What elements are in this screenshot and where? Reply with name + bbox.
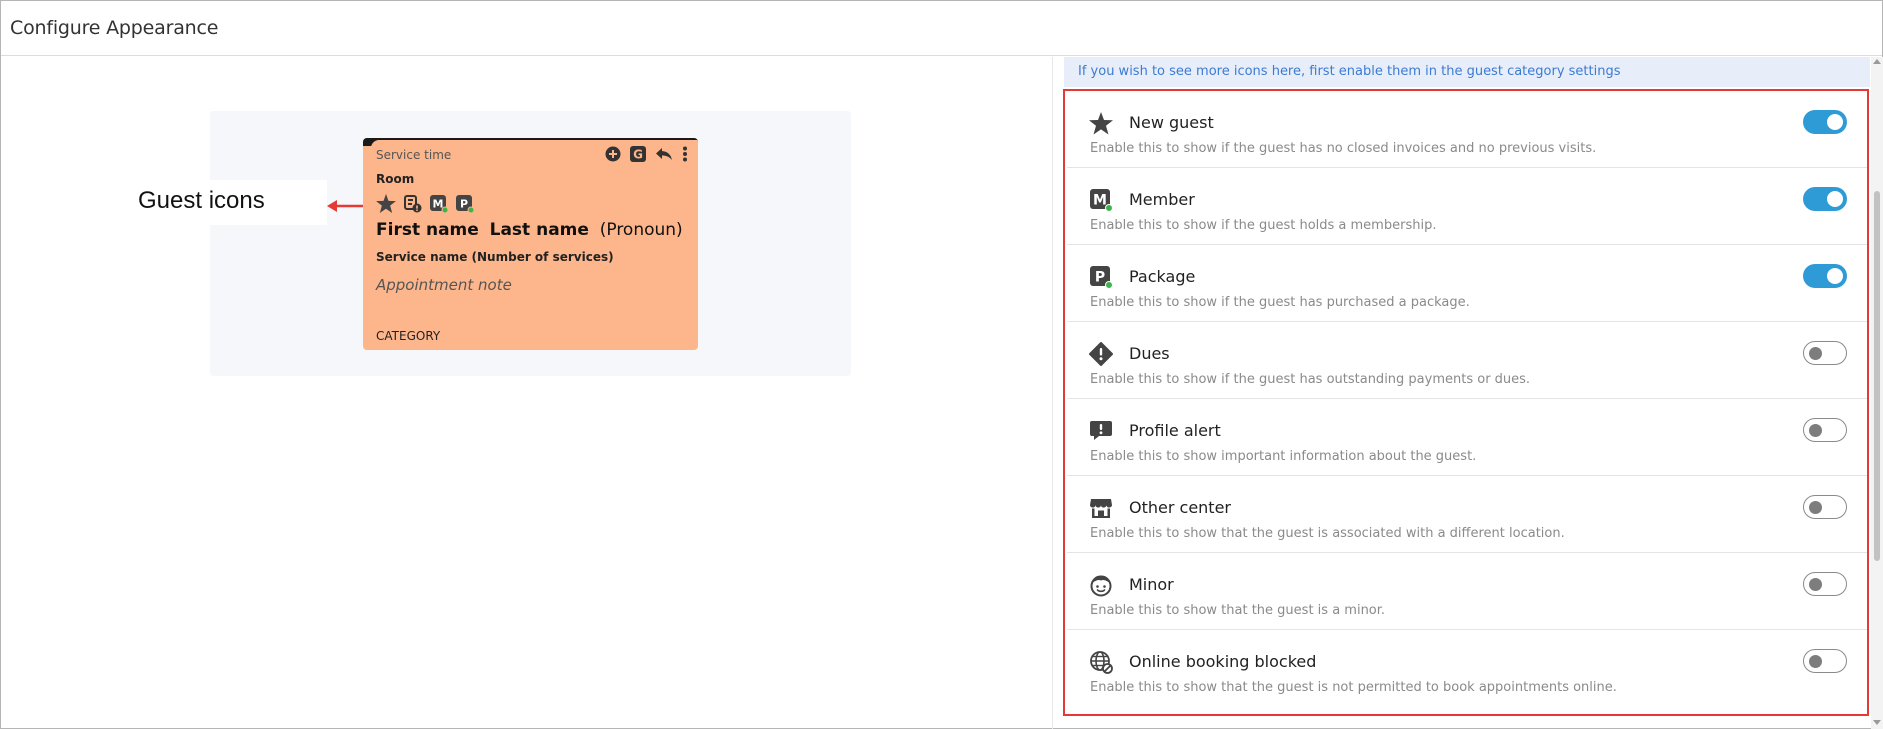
toggle-member[interactable] [1803,187,1847,211]
setting-description: Enable this to show that the guest is no… [1090,680,1617,695]
store-icon [1090,499,1112,518]
setting-row-dues: Dues Enable this to show if the guest ha… [1067,322,1867,399]
card-guest-name: First name Last name (Pronoun) [376,220,683,240]
setting-title: Package [1129,267,1196,286]
toggle-new-guest[interactable] [1803,110,1847,134]
plus-circle-icon [605,146,621,162]
svg-text:P: P [1095,270,1105,286]
setting-row-profile-alert: Profile alert Enable this to show import… [1067,399,1867,476]
card-last-name: Last name [489,220,589,240]
scrollbar-thumb[interactable] [1874,191,1880,561]
setting-title: Other center [1129,498,1231,517]
member-icon: M [430,194,448,213]
toggle-dues[interactable] [1803,341,1847,365]
more-vertical-icon [683,146,687,162]
reply-icon [656,148,672,160]
setting-description: Enable this to show if the guest holds a… [1090,218,1437,233]
appointment-preview-card: Service time G Room M P First name Last … [363,138,698,350]
setting-description: Enable this to show that the guest is as… [1090,526,1565,541]
setting-row-minor: Minor Enable this to show that the guest… [1067,553,1867,630]
setting-row-package: P Package Enable this to show if the gue… [1067,245,1867,322]
guest-icons-annotation: Guest icons [130,180,327,225]
dues-icon [1089,342,1113,366]
window-title: Configure Appearance [10,17,219,39]
setting-row-new-guest: New guest Enable this to show if the gue… [1067,91,1867,168]
panel-scrollbar[interactable] [1871,57,1883,729]
toggle-other-center[interactable] [1803,495,1847,519]
info-banner-text: If you wish to see more icons here, firs… [1078,64,1621,79]
setting-row-other-center: Other center Enable this to show that th… [1067,476,1867,553]
setting-description: Enable this to show important informatio… [1090,449,1477,464]
info-banner: If you wish to see more icons here, firs… [1064,57,1870,87]
setting-title: Dues [1129,344,1170,363]
card-category: CATEGORY [376,329,441,343]
scroll-down-icon[interactable] [1873,720,1881,725]
configure-appearance-window: Configure Appearance Guest icons Service… [0,0,1883,729]
card-room: Room [376,172,415,186]
toggle-profile-alert[interactable] [1803,418,1847,442]
svg-text:M: M [1093,193,1107,209]
star-icon [376,194,396,213]
setting-description: Enable this to show if the guest has pur… [1090,295,1470,310]
setting-description: Enable this to show if the guest has no … [1090,141,1597,156]
setting-title: Minor [1129,575,1174,594]
toggle-minor[interactable] [1803,572,1847,596]
setting-description: Enable this to show if the guest has out… [1090,372,1531,387]
child-face-icon [1090,575,1112,597]
globe-blocked-icon [1090,651,1113,674]
setting-row-online-booking-blocked: Online booking blocked Enable this to sh… [1067,630,1867,707]
setting-title: Online booking blocked [1129,652,1317,671]
g-badge-icon: G [630,146,646,162]
card-action-icons: G [605,146,688,162]
card-service-time: Service time [376,148,452,162]
star-icon [1089,112,1113,135]
profile-alert-icon [1090,421,1112,440]
setting-row-member: M Member Enable this to show if the gues… [1067,168,1867,245]
package-icon: P [456,194,474,213]
title-bar: Configure Appearance [1,1,1882,56]
scroll-up-icon[interactable] [1873,59,1881,64]
guest-icons-annotation-label: Guest icons [138,187,265,214]
setting-description: Enable this to show that the guest is a … [1090,603,1386,618]
toggle-package[interactable] [1803,264,1847,288]
setting-title: New guest [1129,113,1214,132]
setting-title: Member [1129,190,1195,209]
setting-title: Profile alert [1129,421,1221,440]
member-icon: M [1090,189,1113,212]
panel-divider [1052,57,1053,729]
card-first-name: First name [376,220,479,240]
guest-icon-settings-list: New guest Enable this to show if the gue… [1063,89,1869,716]
card-appointment-note: Appointment note [376,276,512,294]
profile-alert-icon [404,194,422,212]
card-guest-icons: M P [376,194,474,213]
toggle-online-booking-blocked[interactable] [1803,649,1847,673]
package-icon: P [1090,266,1113,289]
svg-text:G: G [633,148,643,162]
card-service-name: Service name (Number of services) [376,250,614,264]
card-pronoun: (Pronoun) [599,220,683,240]
svg-text:P: P [460,197,468,210]
